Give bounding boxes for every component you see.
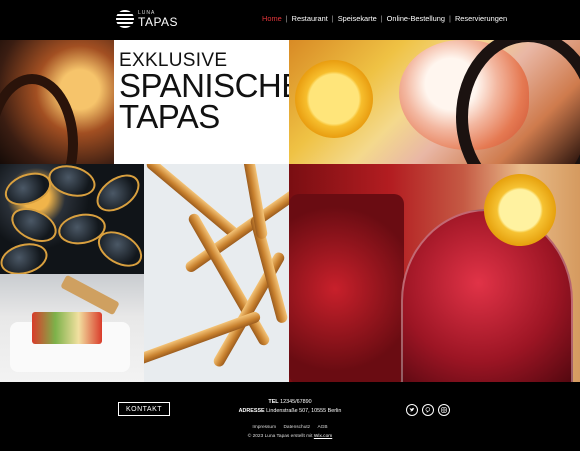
lemon-slice bbox=[295, 60, 373, 138]
hero-panel: EXKLUSIVE SPANISCHE TAPAS bbox=[114, 40, 289, 164]
logo-icon bbox=[116, 10, 134, 28]
nav-item-speisekarte[interactable]: Speisekarte bbox=[334, 14, 381, 23]
sangria-glass-back bbox=[289, 194, 404, 382]
churro bbox=[144, 310, 262, 369]
copyright-text: © 2023 Luna Tapas erstellt mit bbox=[247, 434, 313, 439]
mussel bbox=[89, 166, 144, 220]
plated-dish-image bbox=[0, 274, 144, 382]
site-header: LUNA TAPAS Home | Restaurant | Speisekar… bbox=[0, 0, 580, 40]
hero-line-2: SPANISCHE bbox=[119, 67, 289, 105]
main-nav: Home | Restaurant | Speisekarte | Online… bbox=[258, 14, 511, 23]
logo[interactable]: LUNA TAPAS bbox=[116, 9, 178, 29]
tel-value[interactable]: 12345/67890 bbox=[280, 399, 311, 405]
pinterest-icon[interactable] bbox=[422, 404, 434, 416]
contact-info: TEL 12345/67890 ADRESSE Lindenstraße 507… bbox=[200, 398, 380, 416]
tel-label: TEL bbox=[268, 399, 279, 405]
mussels-image bbox=[0, 164, 144, 274]
datenschutz-link[interactable]: Datenschutz bbox=[283, 425, 310, 430]
instagram-icon[interactable] bbox=[438, 404, 450, 416]
food bbox=[32, 312, 102, 344]
twitter-icon[interactable] bbox=[406, 404, 418, 416]
churros-image bbox=[144, 164, 289, 382]
footer-links: Impressum Datenschutz AGB bbox=[200, 425, 380, 430]
pan-rim bbox=[456, 40, 580, 164]
hero-line-3: TAPAS bbox=[119, 98, 220, 136]
site-footer: KONTAKT TEL 12345/67890 ADRESSE Lindenst… bbox=[0, 382, 580, 451]
nav-item-restaurant[interactable]: Restaurant bbox=[288, 14, 332, 23]
wix-link[interactable]: Wix.com bbox=[314, 434, 332, 439]
shrimp-image bbox=[289, 40, 580, 164]
nav-item-home[interactable]: Home bbox=[258, 14, 286, 23]
mussel bbox=[44, 164, 100, 202]
mussel bbox=[5, 201, 63, 249]
address-value: Lindenstraße 507, 10555 Berlin bbox=[266, 408, 342, 414]
mussel bbox=[0, 166, 56, 212]
bread-chip bbox=[60, 274, 120, 316]
logo-big-text: TAPAS bbox=[138, 14, 179, 29]
nav-item-reservierungen[interactable]: Reservierungen bbox=[451, 14, 511, 23]
mussel bbox=[0, 238, 52, 274]
copyright: © 2023 Luna Tapas erstellt mit Wix.com bbox=[200, 434, 380, 439]
kontakt-button[interactable]: KONTAKT bbox=[118, 402, 170, 416]
impressum-link[interactable]: Impressum bbox=[252, 425, 276, 430]
social-links bbox=[406, 404, 450, 416]
agb-link[interactable]: AGB bbox=[317, 425, 327, 430]
nav-item-online-bestellung[interactable]: Online-Bestellung bbox=[383, 14, 449, 23]
sangria-image bbox=[289, 164, 580, 382]
sangria-glass-front bbox=[401, 209, 573, 382]
address-label: ADRESSE bbox=[238, 408, 265, 414]
paella-pan-image bbox=[0, 40, 114, 164]
